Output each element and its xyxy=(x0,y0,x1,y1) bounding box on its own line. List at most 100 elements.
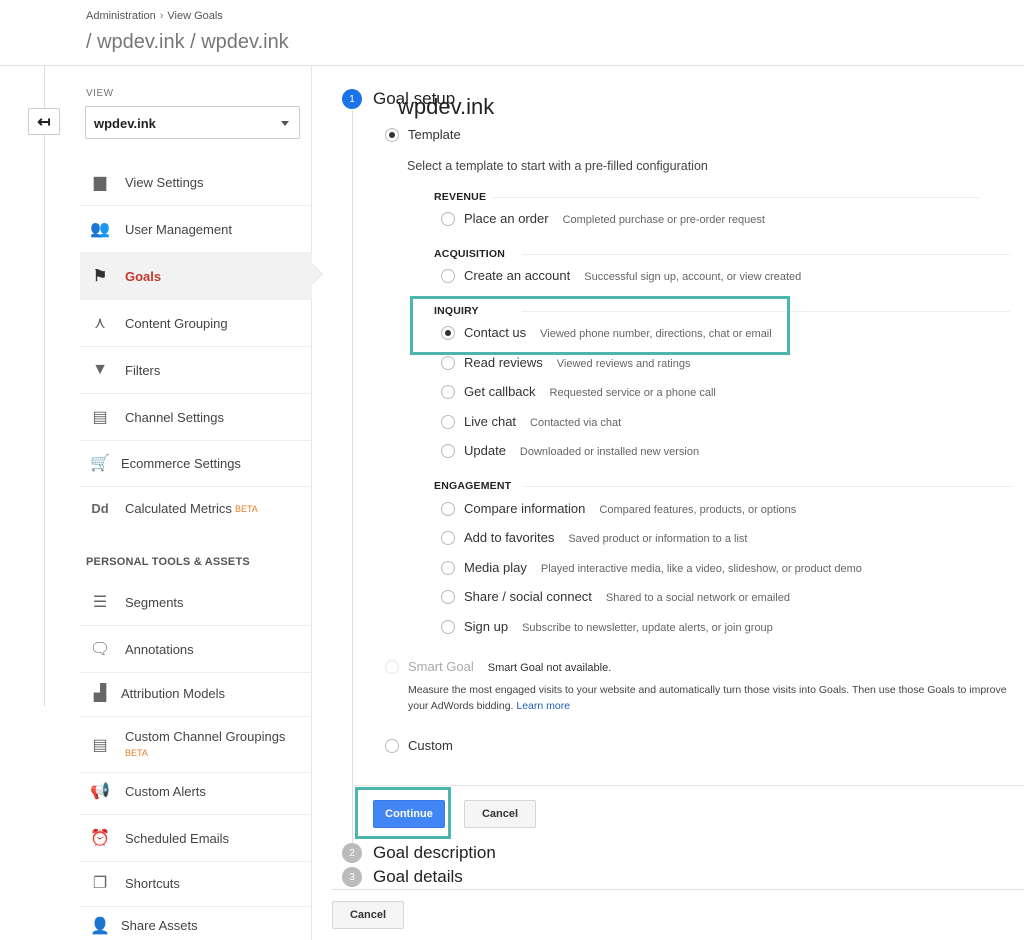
section-title-personal-tools: PERSONAL TOOLS & ASSETS xyxy=(86,556,250,568)
category-engagement: ENGAGEMENT xyxy=(434,480,512,492)
learn-more-link[interactable]: Learn more xyxy=(516,700,570,712)
beta-badge: BETA xyxy=(125,747,148,758)
sidebar-item-annotations[interactable]: 🗨 Annotations xyxy=(80,626,312,673)
page-title: wpdev.ink / wpdev.ink / wpdev.ink xyxy=(86,28,494,119)
channel-icon: ▤ xyxy=(92,736,108,754)
option-place-an-order[interactable]: Place an order Completed purchase or pre-… xyxy=(464,211,765,226)
highlight-contact-us xyxy=(410,296,790,355)
custom-label: Custom xyxy=(408,738,453,753)
sidebar-item-filters[interactable]: ▼ Filters xyxy=(80,347,312,394)
sidebar-item-user-management[interactable]: 👥 User Management xyxy=(80,206,312,253)
breadcrumb-view-goals[interactable]: View Goals xyxy=(167,10,222,22)
breadcrumb: Administration › View Goals xyxy=(86,10,223,22)
category-divider xyxy=(492,197,980,198)
radio-read-reviews[interactable] xyxy=(441,356,455,370)
option-description: Contacted via chat xyxy=(530,417,622,429)
breadcrumb-administration[interactable]: Administration xyxy=(86,10,156,22)
channel-icon: ▤ xyxy=(92,409,108,426)
sidebar-item-label: Annotations xyxy=(125,641,194,657)
footer-divider xyxy=(332,889,1024,890)
sidebar-item-label: Channel Settings xyxy=(125,409,225,425)
dd-icon: Dd xyxy=(91,501,109,516)
option-create-an-account[interactable]: Create an account Successful sign up, acc… xyxy=(464,268,801,283)
sidebar-item-scheduled-emails[interactable]: ⏰ Scheduled Emails xyxy=(80,815,312,862)
sidebar-item-content-grouping[interactable]: ⋏ Content Grouping xyxy=(80,300,312,347)
step-1-title: Goal setup xyxy=(373,89,456,108)
rail-line xyxy=(44,66,45,706)
option-compare-information[interactable]: Compare information Compared features, pr… xyxy=(464,501,796,516)
segments-icon: ☰ xyxy=(92,594,108,611)
radio-sign-up[interactable] xyxy=(441,620,455,634)
cart-icon: 🛒 xyxy=(90,455,110,472)
section-divider xyxy=(352,785,1024,786)
template-label: Template xyxy=(408,127,461,142)
template-radio[interactable] xyxy=(385,128,399,142)
step-3-indicator: 3 xyxy=(342,867,362,887)
option-label: Create an account xyxy=(464,268,571,283)
sidebar-item-calculated-metrics[interactable]: Dd Calculated Metrics BETA xyxy=(80,485,312,532)
sidebar-item-custom-channel-groupings[interactable]: ▤ Custom Channel Groupings BETA xyxy=(80,717,312,773)
option-media-play[interactable]: Media play Played interactive media, like… xyxy=(464,560,862,575)
option-label: Media play xyxy=(464,560,527,575)
radio-smart-goal xyxy=(385,660,399,674)
annotation-icon: 🗨 xyxy=(89,641,111,658)
radio-compare-information[interactable] xyxy=(441,502,455,516)
radio-share-social-connect[interactable] xyxy=(441,590,455,604)
option-update[interactable]: Update Downloaded or installed new versio… xyxy=(464,443,699,458)
sidebar-item-label: Ecommerce Settings xyxy=(121,455,241,471)
option-add-to-favorites[interactable]: Add to favorites Saved product or informa… xyxy=(464,530,747,545)
sidebar-item-attribution-models[interactable]: ▟ Attribution Models xyxy=(80,670,312,717)
sidebar-item-label: Scheduled Emails xyxy=(125,830,230,846)
option-label: Read reviews xyxy=(464,355,543,370)
radio-add-to-favorites[interactable] xyxy=(441,531,455,545)
breadcrumb-separator: › xyxy=(159,10,164,22)
option-live-chat[interactable]: Live chat Contacted via chat xyxy=(464,414,621,429)
option-read-reviews[interactable]: Read reviews Viewed reviews and ratings xyxy=(464,355,690,370)
users-icon: 👥 xyxy=(90,221,110,238)
bottom-cancel-button[interactable]: Cancel xyxy=(332,901,404,929)
sidebar-item-custom-alerts[interactable]: 📢 Custom Alerts xyxy=(80,768,312,815)
caret-down-icon xyxy=(281,121,289,126)
smart-goal-desc-text: Measure the most engaged visits to your … xyxy=(408,684,1007,712)
page-header: Administration › View Goals wpdev.ink / wp… xyxy=(0,0,1024,119)
option-description: Shared to a social network or emailed xyxy=(605,592,790,604)
sidebar-item-label: Custom Alerts xyxy=(125,783,206,799)
smart-goal-row: Smart Goal Smart Goal not available. xyxy=(408,659,611,674)
option-share-social-connect[interactable]: Share / social connect Shared to a social… xyxy=(464,589,790,604)
sidebar-item-label: View Settings xyxy=(125,174,204,190)
sidebar-item-segments[interactable]: ☰ Segments xyxy=(80,579,312,626)
radio-update[interactable] xyxy=(441,444,455,458)
megaphone-icon: 📢 xyxy=(90,783,110,800)
option-description: Saved product or information to a list xyxy=(568,533,748,545)
option-label: Sign up xyxy=(464,619,509,634)
sidebar-item-text: Custom Channel Groupings BETA xyxy=(125,729,285,761)
back-arrow-icon: ↤ xyxy=(37,113,51,131)
sidebar-item-share-assets[interactable]: 👤 Share Assets xyxy=(80,902,312,940)
option-description: Successful sign up, account, or view cre… xyxy=(584,271,802,283)
sidebar-item-view-settings[interactable]: ▆ View Settings xyxy=(80,159,312,206)
step-3-title: Goal details xyxy=(373,867,463,886)
filter-icon: ▼ xyxy=(92,361,108,378)
sidebar-item-ecommerce-settings[interactable]: 🛒 Ecommerce Settings xyxy=(80,440,312,487)
radio-place-an-order[interactable] xyxy=(441,212,455,226)
radio-media-play[interactable] xyxy=(441,561,455,575)
radio-custom[interactable] xyxy=(385,739,399,753)
view-selector[interactable]: wpdev.ink xyxy=(85,106,300,139)
cancel-button[interactable]: Cancel xyxy=(464,800,536,828)
option-description: Subscribe to newsletter, update alerts, … xyxy=(522,622,773,634)
beta-badge: BETA xyxy=(234,503,258,514)
back-button[interactable]: ↤ xyxy=(28,108,60,135)
sidebar-item-label: Share Assets xyxy=(121,918,198,933)
option-sign-up[interactable]: Sign up Subscribe to newsletter, update a… xyxy=(464,619,773,634)
option-description: Played interactive media, like a video, … xyxy=(540,563,862,575)
shortcut-icon: ❐ xyxy=(92,875,108,892)
radio-get-callback[interactable] xyxy=(441,385,455,399)
sidebar-item-channel-settings[interactable]: ▤ Channel Settings xyxy=(80,394,312,441)
sidebar-item-goals[interactable]: ⚑ Goals xyxy=(80,253,323,300)
radio-create-an-account[interactable] xyxy=(441,269,455,283)
option-get-callback[interactable]: Get callback Requested service or a phone… xyxy=(464,384,716,399)
option-description: Downloaded or installed new version xyxy=(519,446,700,458)
sidebar-item-shortcuts[interactable]: ❐ Shortcuts xyxy=(80,860,312,907)
radio-live-chat[interactable] xyxy=(441,415,455,429)
sidebar-item-label: Filters xyxy=(125,362,161,378)
